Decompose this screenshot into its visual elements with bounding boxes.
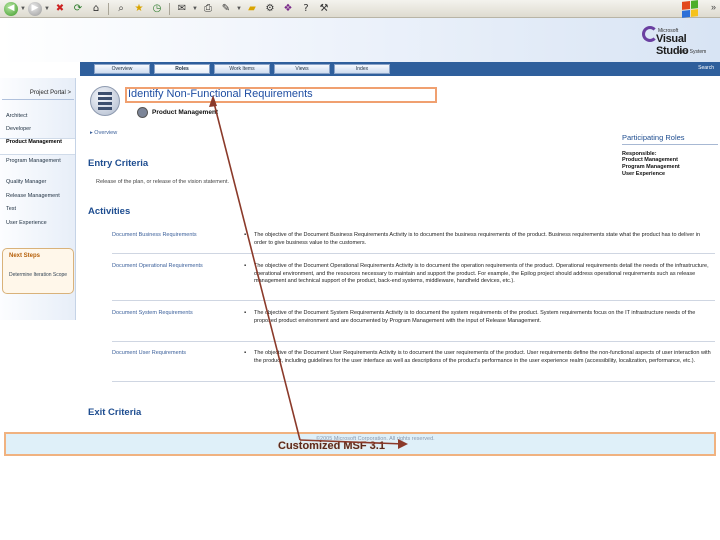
tab-overview[interactable]: Overview (94, 64, 150, 74)
role-person-icon (137, 107, 148, 118)
sidebar-item-program-management[interactable]: Program Management (6, 158, 72, 165)
print-icon[interactable]: ⎙ (200, 2, 216, 16)
activity-description: The objective of the Document User Requi… (254, 350, 711, 364)
sidebar-item-architect[interactable]: Architect (6, 113, 72, 120)
tab-views[interactable]: Views (274, 64, 330, 74)
screen: ◀ ▼ ▶ ▼ ✖ ⟳ ⌂ ⌕ ★ ◷ ✉ ▼ ⎙ ✎ ▼ ▰ ⚙ ❖ ? ⚒ … (0, 0, 720, 540)
process-guidance-icon (90, 86, 120, 116)
activity-description: The objective of the Document System Req… (254, 310, 696, 324)
search-link[interactable]: Search (698, 65, 714, 71)
messenger-icon[interactable]: ❖ (280, 2, 296, 16)
bullet-icon: ▪ (244, 263, 247, 269)
overview-link-label: Overview (94, 130, 118, 136)
footer-banner: ©2005 Microsoft Corporation. All rights … (4, 432, 716, 456)
refresh-icon[interactable]: ⟳ (70, 2, 86, 16)
sidebar-item-quality-manager[interactable]: Quality Manager (6, 179, 72, 186)
header-banner: Microsoft Visual Studio Team System (0, 18, 720, 62)
forward-icon[interactable]: ▶ (28, 1, 42, 16)
visual-studio-logo: Microsoft Visual Studio Team System (640, 20, 716, 60)
settings-icon[interactable]: ⚙ (262, 2, 278, 16)
activity-row: Document System Requirements ▪ The objec… (112, 310, 715, 342)
search-icon[interactable]: ⌕ (113, 2, 129, 16)
toolbar-separator (169, 2, 170, 15)
help-icon[interactable]: ? (298, 2, 314, 16)
sidebar-item-release-management[interactable]: Release Management (6, 193, 72, 200)
overview-link[interactable]: ▸ Overview (90, 130, 117, 136)
entry-criteria-text: Release of the plan, or release of the v… (96, 179, 229, 185)
role-link[interactable]: Product Management (622, 157, 718, 164)
activity-description: The objective of the Document Business R… (254, 232, 701, 246)
folder-icon[interactable]: ▰ (244, 2, 260, 16)
activity-link[interactable]: Document Operational Requirements (112, 263, 203, 269)
back-icon[interactable]: ◀ (4, 1, 18, 16)
activity-row: Document Operational Requirements ▪ The … (112, 263, 715, 301)
bullet-icon: ▪ (244, 350, 247, 356)
tools-icon[interactable]: ⚒ (316, 2, 332, 16)
role-link[interactable]: User Experience (622, 171, 718, 178)
tab-index[interactable]: Index (334, 64, 390, 74)
activity-link[interactable]: Document User Requirements (112, 350, 186, 356)
entry-criteria-heading: Entry Criteria (88, 158, 149, 169)
activity-link[interactable]: Document Business Requirements (112, 232, 197, 238)
next-step-link[interactable]: Determine Iteration Scope (9, 272, 71, 279)
tab-work-items[interactable]: Work Items (214, 64, 270, 74)
role-label[interactable]: Product Management (152, 109, 218, 116)
page-title: Identify Non-Functional Requirements (128, 88, 313, 100)
mail-icon[interactable]: ✉ (174, 2, 190, 16)
sidebar-item-test[interactable]: Test (6, 206, 72, 213)
browser-toolbar: ◀ ▼ ▶ ▼ ✖ ⟳ ⌂ ⌕ ★ ◷ ✉ ▼ ⎙ ✎ ▼ ▰ ⚙ ❖ ? ⚒ … (0, 0, 720, 18)
chevron-expand-icon[interactable]: » (711, 2, 716, 12)
edit-icon[interactable]: ✎ (218, 2, 234, 16)
exit-criteria-heading: Exit Criteria (88, 407, 142, 418)
bullet-icon: ▪ (244, 232, 247, 238)
activity-row: Document Business Requirements ▪ The obj… (112, 232, 715, 254)
toolbar-separator (108, 2, 109, 15)
footer-title: Customized MSF 3.1 (278, 440, 385, 452)
sidebar-item-developer[interactable]: Developer (6, 126, 72, 133)
activity-link[interactable]: Document System Requirements (112, 310, 193, 316)
home-icon[interactable]: ⌂ (88, 2, 104, 16)
activity-description: The objective of the Document Operationa… (254, 263, 709, 284)
history-icon[interactable]: ◷ (149, 2, 165, 16)
participating-roles: Participating Roles Responsible: Product… (622, 133, 718, 178)
activities-heading: Activities (88, 206, 131, 217)
bullet-icon: ▪ (244, 310, 247, 316)
participating-roles-title: Participating Roles (622, 133, 718, 145)
top-tabs: Overview Roles Work Items Views Index Se… (80, 62, 720, 76)
brand-sub: Team System (676, 49, 707, 55)
next-steps-box: Next Steps Determine Iteration Scope (2, 248, 74, 294)
stop-icon[interactable]: ✖ (52, 2, 68, 16)
back-dropdown-icon[interactable]: ▼ (20, 6, 26, 12)
favorites-icon[interactable]: ★ (131, 2, 147, 16)
edit-dropdown-icon[interactable]: ▼ (236, 6, 242, 12)
forward-dropdown-icon[interactable]: ▼ (44, 6, 50, 12)
sidebar-item-user-experience[interactable]: User Experience (6, 220, 72, 227)
activity-row: Document User Requirements ▪ The objecti… (112, 350, 715, 382)
tab-roles[interactable]: Roles (154, 64, 210, 74)
windows-logo-icon (682, 0, 698, 18)
project-portal-link[interactable]: Project Portal > (2, 90, 74, 100)
next-steps-title: Next Steps (9, 253, 41, 259)
role-link[interactable]: Program Management (622, 164, 718, 171)
mail-dropdown-icon[interactable]: ▼ (192, 6, 198, 12)
sidebar-item-product-management[interactable]: Product Management (0, 138, 75, 155)
